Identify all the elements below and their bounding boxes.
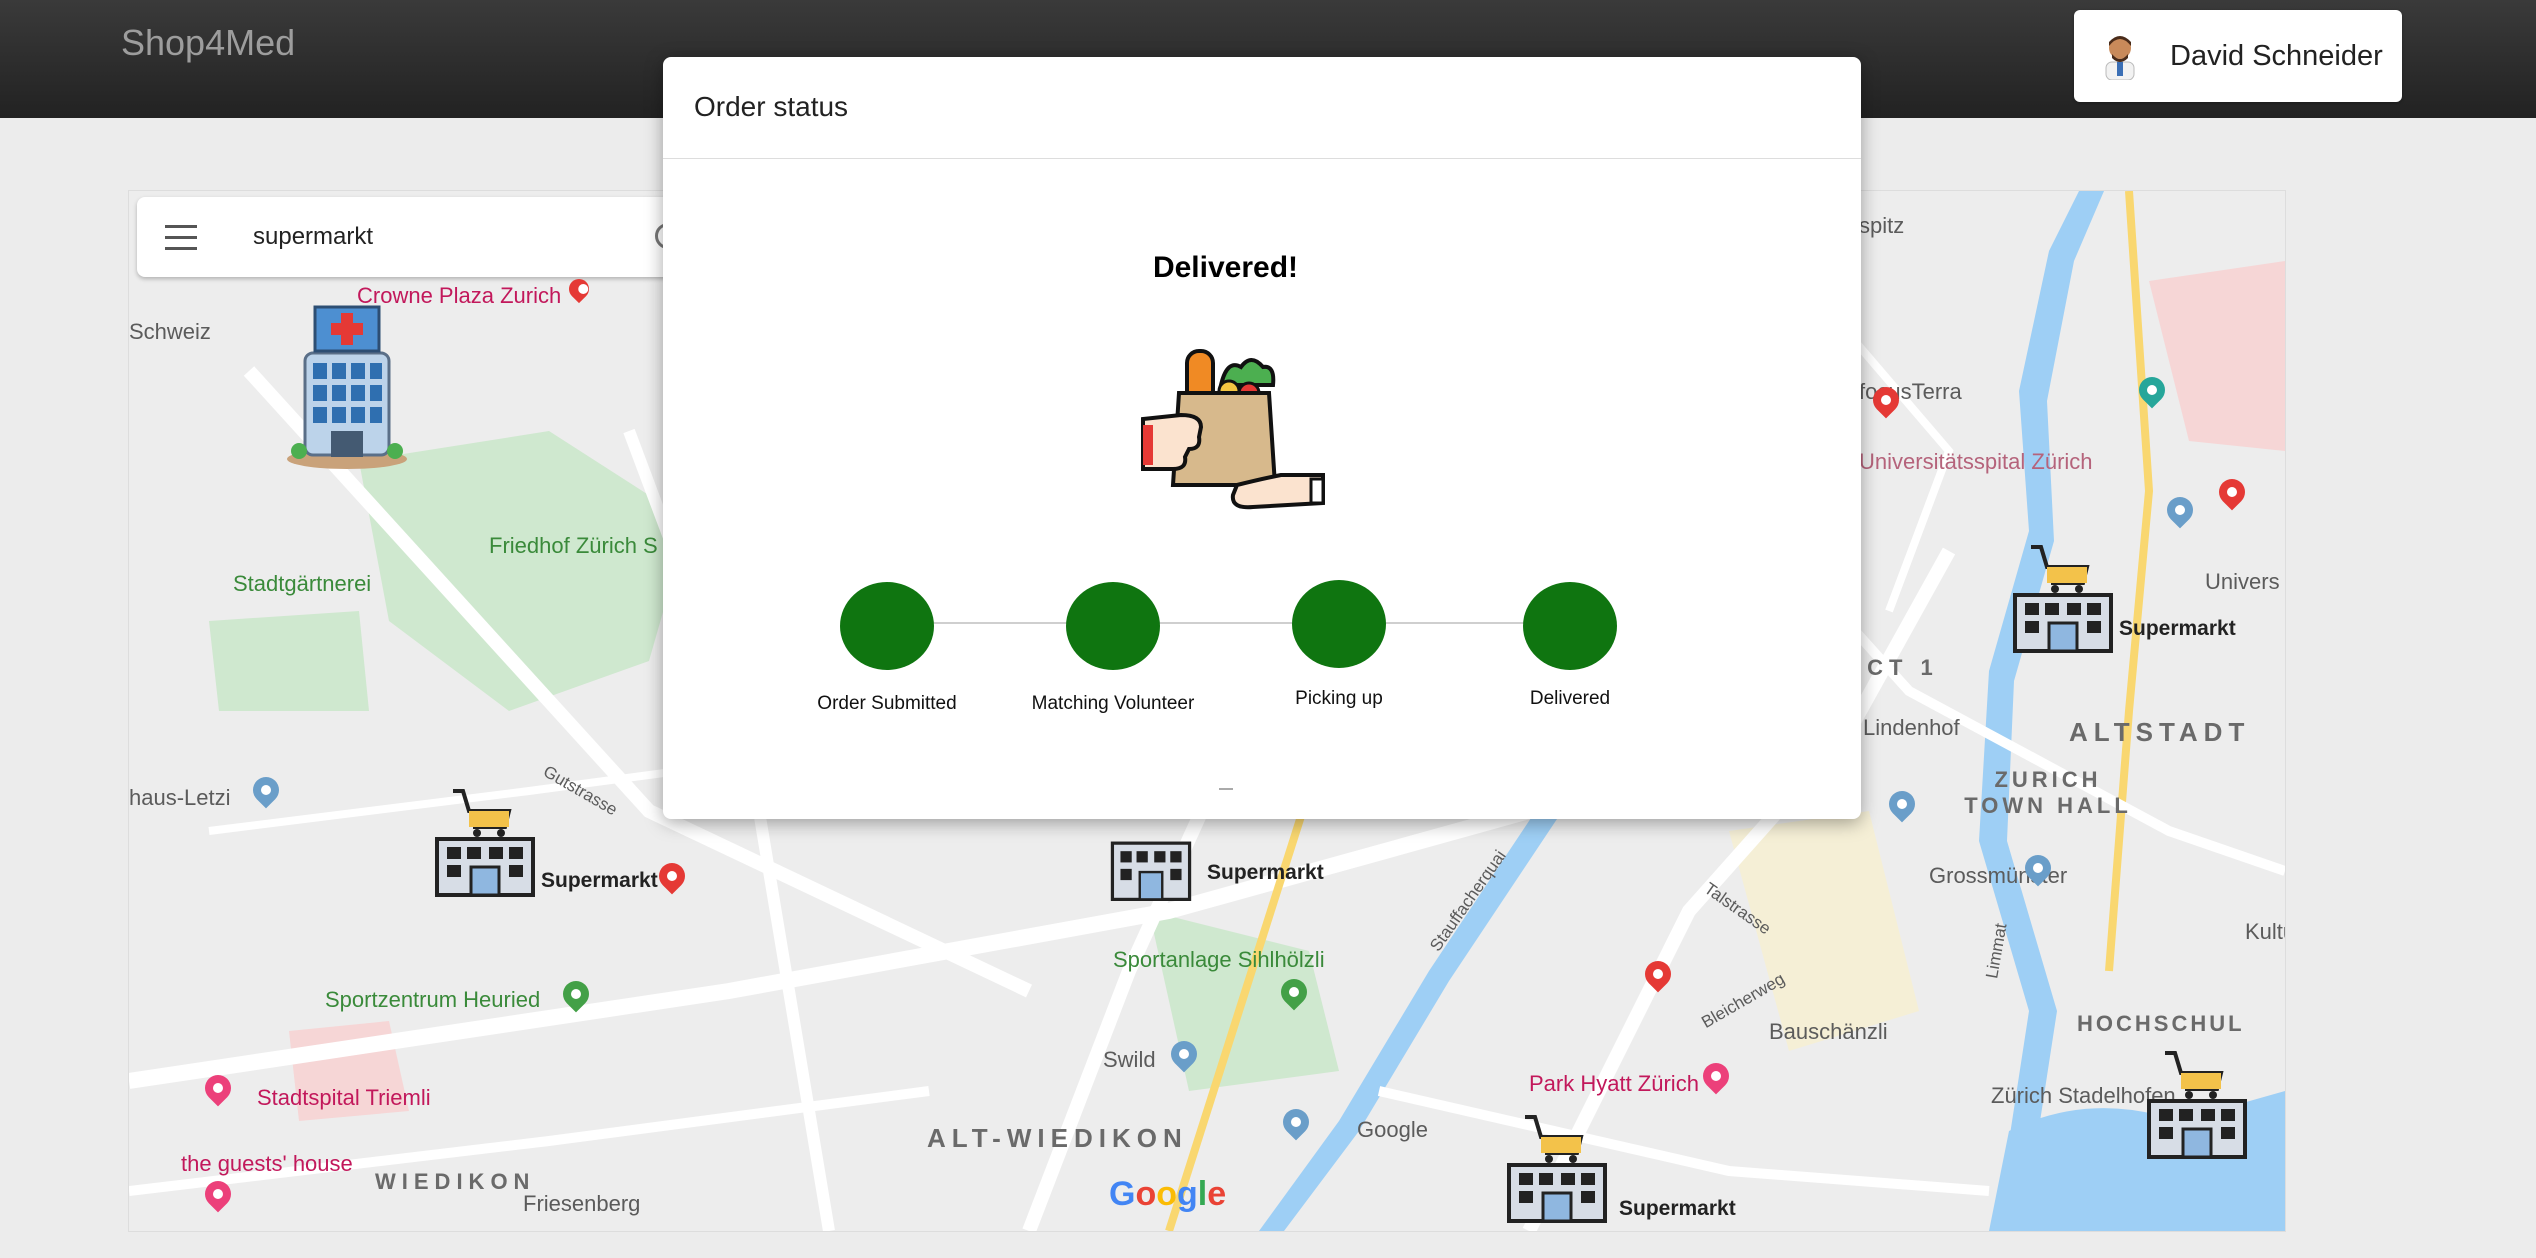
- map-label: Swild: [1103, 1047, 1156, 1072]
- map-label: Sportanlage Sihlhölzli: [1113, 947, 1325, 972]
- status-heading: Delivered!: [1152, 251, 1299, 284]
- map-label: HOCHSCHUL: [2077, 1011, 2245, 1036]
- google-logo-text: Google: [1109, 1175, 1227, 1213]
- map-label: ALTSTADT: [2069, 717, 2251, 747]
- map-label: ALT-WIEDIKON: [927, 1123, 1188, 1153]
- map-label: ICT 1: [1855, 655, 1939, 680]
- modal-title: Order status: [694, 91, 849, 122]
- map-label: WIEDIKON: [375, 1169, 536, 1194]
- supermarket-icon[interactable]: [2139, 1047, 2255, 1159]
- user-name: David Schneider: [2170, 40, 2383, 72]
- map-label: ZURICH TOWN HALL: [1964, 767, 2132, 818]
- map-label: Friedhof Zürich S: [489, 533, 658, 558]
- map-label: Schweiz: [129, 319, 211, 344]
- order-status-modal: Order status Delivered! Order Submitted …: [663, 57, 1861, 819]
- map-label: Bauschänzli: [1769, 1019, 1888, 1044]
- supermarket-icon[interactable]: [427, 785, 543, 897]
- map-label: the guests' house: [181, 1151, 353, 1176]
- map-label: Univers: [2205, 569, 2280, 594]
- grocery-bag-handover-icon: [1141, 349, 1325, 510]
- map-search-input[interactable]: supermarkt: [253, 223, 373, 251]
- doctor-avatar-icon: [2105, 36, 2135, 80]
- step-order-submitted-indicator: [840, 582, 934, 670]
- step-delivered-indicator: [1523, 582, 1617, 670]
- scroll-indicator: [1219, 788, 1233, 790]
- map-label: Stadtspital Triemli: [257, 1085, 431, 1110]
- supermarket-icon[interactable]: [2005, 541, 2121, 653]
- step-picking-up-indicator: [1292, 580, 1386, 668]
- supermarket-label: Supermarkt: [541, 869, 658, 892]
- user-menu-button[interactable]: David Schneider: [2074, 10, 2402, 102]
- google-logo: Google: [1109, 1175, 1226, 1214]
- map-label: Google: [1357, 1117, 1428, 1142]
- supermarket-label: Supermarkt: [1619, 1197, 1736, 1220]
- map-label: Sportzentrum Heuried: [325, 987, 541, 1012]
- step-order-submitted-label: Order Submitted: [817, 693, 957, 714]
- modal-header: Order status: [663, 57, 1861, 159]
- map-label: Friesenberg: [523, 1191, 641, 1216]
- brand-logo[interactable]: Shop4Med: [121, 22, 295, 64]
- map-search-box[interactable]: supermarkt: [137, 197, 681, 277]
- map-label: Universitätsspital Zürich: [1859, 449, 2093, 474]
- step-delivered-label: Delivered: [1529, 688, 1611, 709]
- map-label: haus-Letzi: [129, 785, 231, 810]
- step-matching-volunteer-indicator: [1066, 582, 1160, 670]
- map-label: Kultu: [2245, 919, 2285, 944]
- supermarket-icon[interactable]: [1093, 811, 1209, 901]
- step-picking-up-label: Picking up: [1295, 688, 1383, 709]
- map-label: Lindenhof: [1863, 715, 1960, 740]
- hospital-icon[interactable]: [285, 301, 409, 469]
- hamburger-menu-icon[interactable]: [165, 225, 197, 251]
- progress-line: [848, 622, 1528, 624]
- supermarket-label: Supermarkt: [1207, 861, 1324, 884]
- step-matching-volunteer-label: Matching Volunteer: [1031, 693, 1195, 714]
- map-label: spitz: [1859, 213, 1905, 238]
- map-label: Park Hyatt Zürich: [1529, 1071, 1699, 1096]
- supermarket-icon[interactable]: [1499, 1111, 1615, 1223]
- map-label: Stadtgärtnerei: [233, 571, 372, 596]
- supermarket-label: Supermarkt: [2119, 617, 2236, 640]
